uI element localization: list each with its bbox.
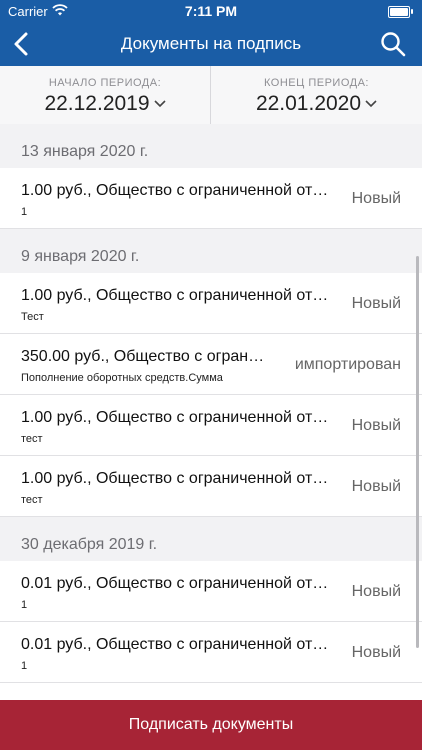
list-item-partial[interactable] <box>0 683 422 700</box>
period-end-label: КОНЕЦ ПЕРИОДА: <box>264 77 369 89</box>
status-badge: Новый <box>351 583 401 600</box>
status-badge: Новый <box>351 295 401 312</box>
status-badge: Новый <box>351 478 401 495</box>
status-badge: импортирован <box>294 356 401 373</box>
section-header: 30 декабря 2019 г. <box>0 517 422 561</box>
status-bar: Carrier 7:11 PM <box>0 0 422 22</box>
item-subtitle: 1 <box>21 599 28 611</box>
item-title: 0.01 руб., Общество с ограниченной ответ… <box>21 636 334 653</box>
status-badge: Новый <box>351 417 401 434</box>
list-item[interactable]: 0.01 руб., Общество с ограниченной ответ… <box>0 622 422 683</box>
status-badge: Новый <box>351 644 401 661</box>
sign-documents-button[interactable]: Подписать документы <box>0 700 422 750</box>
chevron-down-icon <box>365 100 377 108</box>
scrollbar[interactable] <box>416 256 419 648</box>
chevron-down-icon <box>153 100 166 108</box>
item-title: 0.01 руб., Общество с ограниченной ответ… <box>21 575 334 592</box>
app-header: Carrier 7:11 PM Документы на подпись <box>0 0 422 66</box>
list-item[interactable]: 1.00 руб., Общество с ограниченной ответ… <box>0 395 422 456</box>
back-chevron-icon[interactable] <box>10 31 34 57</box>
item-title: 1.00 руб., Общество с ограниченной ответ… <box>21 182 334 199</box>
item-subtitle: 1 <box>21 206 28 218</box>
section-header: 13 января 2020 г. <box>0 124 422 168</box>
item-subtitle: тест <box>21 494 43 506</box>
list-item[interactable]: 1.00 руб., Общество с ограниченной ответ… <box>0 456 422 517</box>
navigation-bar: Документы на подпись <box>0 22 422 66</box>
item-subtitle: Тест <box>21 311 44 323</box>
period-end-value: 22.01.2020 <box>255 92 362 115</box>
item-title: 1.00 руб., Общество с ограниченной ответ… <box>21 287 334 304</box>
page-title: Документы на подпись <box>120 34 302 53</box>
list-item[interactable]: 0.01 руб., Общество с ограниченной ответ… <box>0 561 422 622</box>
period-start-value: 22.12.2019 <box>44 92 150 115</box>
list-item[interactable]: 1.00 руб., Общество с ограниченной ответ… <box>0 168 422 229</box>
list-item[interactable]: 350.00 руб., Общество с ограниченной отв… <box>0 334 422 395</box>
item-subtitle: Пополнение оборотных средств.Сумма <box>21 372 223 384</box>
status-badge: Новый <box>351 190 401 207</box>
section-header: 9 января 2020 г. <box>0 229 422 273</box>
list-item[interactable]: 1.00 руб., Общество с ограниченной ответ… <box>0 273 422 334</box>
period-start-label: НАЧАЛО ПЕРИОДА: <box>48 77 162 89</box>
item-title: 350.00 руб., Общество с ограниченной отв… <box>21 348 271 365</box>
period-start-picker[interactable]: НАЧАЛО ПЕРИОДА: 22.12.2019 <box>0 66 211 124</box>
item-subtitle: 1 <box>21 660 28 672</box>
status-time: 7:11 PM <box>184 3 238 19</box>
item-title: 1.00 руб., Общество с ограниченной ответ… <box>21 409 334 426</box>
battery-icon <box>388 6 413 18</box>
item-subtitle: тест <box>21 433 43 445</box>
documents-list[interactable]: 13 января 2020 г. 1.00 руб., Общество с … <box>0 124 422 700</box>
search-icon[interactable] <box>380 31 406 57</box>
period-selector: НАЧАЛО ПЕРИОДА: 22.12.2019 КОНЕЦ ПЕРИОДА… <box>0 66 422 125</box>
item-title: 1.00 руб., Общество с ограниченной ответ… <box>21 470 334 487</box>
period-end-picker[interactable]: КОНЕЦ ПЕРИОДА: 22.01.2020 <box>211 66 422 124</box>
